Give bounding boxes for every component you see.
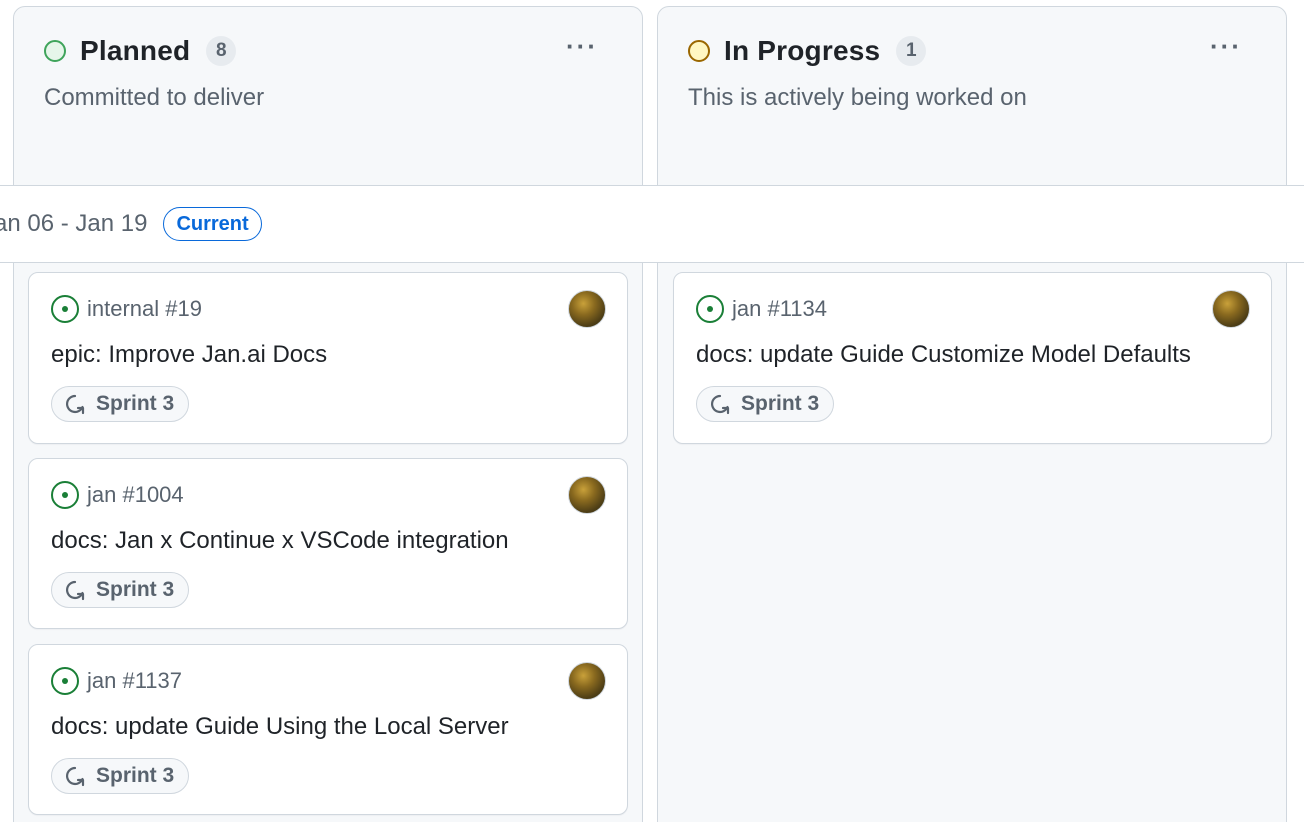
- planned-status-icon: [44, 40, 66, 62]
- sprint-field-chip[interactable]: Sprint 3: [51, 758, 190, 794]
- issue-title[interactable]: docs: update Guide Customize Model Defau…: [696, 341, 1191, 369]
- issue-card[interactable]: jan #1134 docs: update Guide Customize M…: [673, 272, 1272, 444]
- assignee-avatar[interactable]: [568, 290, 606, 328]
- issue-card[interactable]: jan #1137 docs: update Guide Using the L…: [28, 644, 628, 815]
- assignee-avatar[interactable]: [568, 662, 606, 700]
- iterations-icon: [66, 580, 85, 601]
- column-title: Planned: [80, 35, 191, 66]
- issue-opened-icon: [51, 481, 79, 509]
- iterations-icon: [66, 394, 85, 415]
- issue-opened-icon: [51, 295, 79, 323]
- card-meta: jan #1137: [51, 667, 182, 695]
- sprint-field-chip[interactable]: Sprint 3: [696, 386, 835, 422]
- issue-opened-icon: [51, 667, 79, 695]
- column-more-options-icon[interactable]: ···: [566, 31, 598, 62]
- iterations-icon: [66, 766, 85, 787]
- assignee-avatar[interactable]: [568, 476, 606, 514]
- sprint-field-chip[interactable]: Sprint 3: [51, 386, 190, 422]
- iteration-group-header[interactable]: an 06 - Jan 19 Current: [0, 185, 1304, 263]
- issue-card[interactable]: internal #19 epic: Improve Jan.ai Docs S…: [28, 272, 628, 444]
- column-description: Committed to deliver: [44, 84, 265, 111]
- column-more-options-icon[interactable]: ···: [1210, 31, 1242, 62]
- issue-reference[interactable]: internal #19: [87, 296, 202, 322]
- sprint-label: Sprint 3: [741, 392, 820, 415]
- sprint-label: Sprint 3: [96, 764, 175, 787]
- issue-reference[interactable]: jan #1004: [87, 482, 184, 508]
- sprint-label: Sprint 3: [96, 392, 175, 415]
- issue-card[interactable]: jan #1004 docs: Jan x Continue x VSCode …: [28, 458, 628, 629]
- card-meta: jan #1004: [51, 481, 184, 509]
- issue-reference[interactable]: jan #1137: [87, 668, 182, 694]
- issue-title[interactable]: docs: Jan x Continue x VSCode integratio…: [51, 527, 509, 555]
- card-meta: jan #1134: [696, 295, 827, 323]
- current-iteration-badge: Current: [163, 207, 262, 241]
- issue-title[interactable]: docs: update Guide Using the Local Serve…: [51, 713, 509, 741]
- issue-title[interactable]: epic: Improve Jan.ai Docs: [51, 341, 327, 369]
- iteration-date-range: an 06 - Jan 19: [0, 210, 148, 237]
- in-progress-status-icon: [688, 40, 710, 62]
- sprint-field-chip[interactable]: Sprint 3: [51, 572, 190, 608]
- iterations-icon: [711, 394, 730, 415]
- card-meta: internal #19: [51, 295, 202, 323]
- column-title: In Progress: [724, 35, 881, 66]
- item-count-badge: 8: [206, 36, 237, 66]
- project-board: Planned 8 ··· Committed to deliver In Pr…: [0, 0, 1304, 822]
- column-header: Planned 8: [44, 35, 237, 67]
- item-count-badge: 1: [896, 36, 927, 66]
- sprint-label: Sprint 3: [96, 578, 175, 601]
- column-description: This is actively being worked on: [688, 84, 1027, 111]
- issue-opened-icon: [696, 295, 724, 323]
- issue-reference[interactable]: jan #1134: [732, 296, 827, 322]
- column-header: In Progress 1: [688, 35, 927, 67]
- assignee-avatar[interactable]: [1212, 290, 1250, 328]
